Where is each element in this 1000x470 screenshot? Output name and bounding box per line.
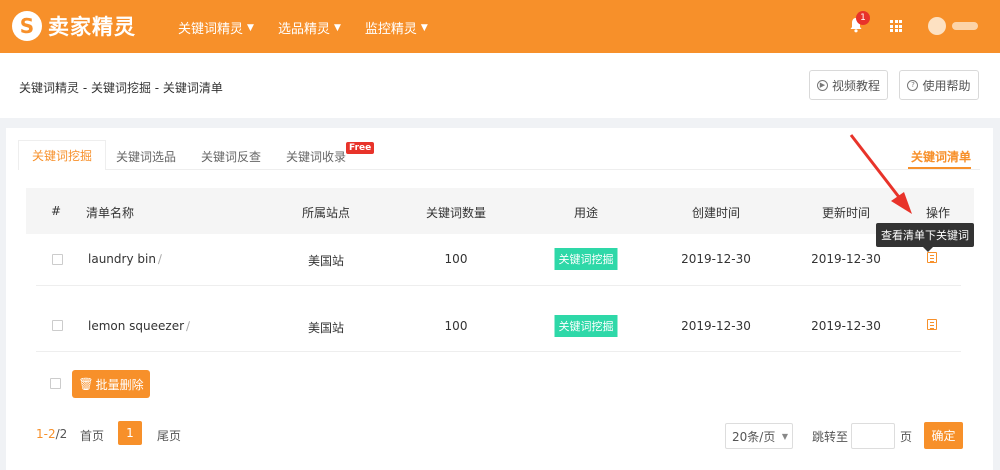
column-header-name: 清单名称 bbox=[85, 206, 135, 220]
column-header-usage: 用途 bbox=[573, 206, 599, 220]
avatar[interactable] bbox=[928, 17, 946, 35]
help-button[interactable]: ? 使用帮助 bbox=[899, 70, 979, 100]
top-nav-bar: S 卖家精灵 关键词精灵 ▼ 选品精灵 ▼ 监控精灵 ▼ 1 bbox=[0, 0, 1000, 53]
chevron-down-icon: ▼ bbox=[781, 431, 788, 441]
row-checkbox[interactable] bbox=[52, 254, 63, 265]
user-name-blurred[interactable] bbox=[952, 22, 978, 30]
keyword-count-cell: 100 bbox=[444, 319, 468, 333]
page-number-current[interactable]: 1 bbox=[118, 421, 142, 445]
video-tutorial-button[interactable]: ▶ 视频教程 bbox=[809, 70, 888, 100]
tab-keyword-product[interactable]: 关键词选品 bbox=[116, 148, 176, 165]
list-name[interactable]: laundry bin ∕ bbox=[88, 252, 162, 266]
menu-keyword-wizard[interactable]: 关键词精灵 ▼ bbox=[178, 18, 254, 37]
column-header-actions: 操作 bbox=[925, 206, 951, 220]
range-text: 1-2 bbox=[36, 427, 56, 441]
total-text: 2 bbox=[59, 427, 68, 441]
brand-name: 卖家精灵 bbox=[48, 15, 136, 39]
tabs-divider bbox=[18, 169, 980, 170]
menu-label: 监控精灵 bbox=[364, 22, 417, 37]
main-menu: 关键词精灵 ▼ 选品精灵 ▼ 监控精灵 ▼ bbox=[178, 18, 452, 37]
tab-keyword-mining[interactable]: 关键词挖掘 bbox=[18, 140, 106, 170]
updated-cell: 2019-12-30 bbox=[811, 252, 881, 266]
jump-to-label: 跳转至 bbox=[812, 430, 849, 444]
menu-label: 选品精灵 bbox=[277, 22, 330, 37]
created-cell: 2019-12-30 bbox=[681, 252, 751, 266]
pagination-range: 1-2/2 bbox=[36, 427, 67, 441]
view-keywords-icon[interactable] bbox=[927, 252, 937, 263]
menu-product-wizard[interactable]: 选品精灵 ▼ bbox=[278, 18, 341, 37]
notification-badge: 1 bbox=[856, 11, 870, 25]
page-unit-label: 页 bbox=[900, 430, 913, 444]
view-keywords-icon[interactable] bbox=[927, 319, 937, 330]
first-page-link[interactable]: 首页 bbox=[80, 427, 104, 444]
edit-pencil-icon[interactable]: ∕ bbox=[158, 252, 162, 266]
column-header-updated: 更新时间 bbox=[821, 206, 871, 220]
chevron-down-icon: ▼ bbox=[247, 22, 254, 33]
usage-tag: 关键词挖掘 bbox=[554, 248, 618, 270]
table-row: lemon squeezer ∕ 美国站 100 关键词挖掘 2019-12-30… bbox=[36, 286, 961, 352]
menu-label: 关键词精灵 bbox=[178, 22, 244, 37]
column-header-created: 创建时间 bbox=[691, 206, 741, 220]
brand-logo[interactable]: S 卖家精灵 bbox=[12, 11, 136, 41]
site-cell: 美国站 bbox=[307, 254, 345, 268]
play-circle-icon: ▶ bbox=[816, 79, 828, 91]
free-badge: Free bbox=[346, 142, 375, 154]
row-checkbox[interactable] bbox=[52, 320, 63, 331]
tooltip: 查看清单下关键词 bbox=[876, 223, 974, 252]
list-name-text: lemon squeezer bbox=[88, 319, 185, 333]
page-header: 关键词精灵 - 关键词挖掘 - 关键词清单 ▶ 视频教程 ? 使用帮助 bbox=[0, 53, 1000, 118]
main-card: 关键词挖掘 关键词选品 关键词反查 关键词收录 Free 关键词清单 # 清单名… bbox=[6, 128, 993, 470]
column-header-index: # bbox=[50, 204, 62, 218]
list-name[interactable]: lemon squeezer ∕ bbox=[88, 319, 190, 333]
column-header-site: 所属站点 bbox=[301, 206, 351, 220]
last-page-link[interactable]: 尾页 bbox=[157, 427, 181, 444]
page-size-select[interactable]: 20条/页 ▼ bbox=[725, 423, 793, 449]
chevron-down-icon: ▼ bbox=[420, 22, 428, 33]
apps-grid-icon[interactable] bbox=[890, 20, 902, 32]
bulk-delete-button[interactable]: 🗑 批量删除 bbox=[72, 370, 150, 398]
edit-pencil-icon[interactable]: ∕ bbox=[186, 319, 190, 333]
select-all-checkbox[interactable] bbox=[50, 378, 61, 389]
confirm-jump-button[interactable]: 确定 bbox=[924, 422, 963, 449]
table-header: # 清单名称 所属站点 关键词数量 用途 创建时间 更新时间 操作 bbox=[26, 188, 974, 234]
help-label: 使用帮助 bbox=[922, 78, 971, 93]
page-size-value: 20条/页 bbox=[732, 429, 776, 444]
question-circle-icon: ? bbox=[907, 79, 919, 91]
menu-monitor-wizard[interactable]: 监控精灵 ▼ bbox=[365, 18, 428, 37]
active-underline bbox=[908, 167, 971, 169]
video-tutorial-label: 视频教程 bbox=[831, 78, 880, 93]
bulk-delete-label: 批量删除 bbox=[95, 377, 144, 392]
created-cell: 2019-12-30 bbox=[681, 319, 751, 333]
updated-cell: 2019-12-30 bbox=[811, 319, 881, 333]
site-cell: 美国站 bbox=[307, 321, 345, 335]
tab-keyword-collect[interactable]: 关键词收录 bbox=[286, 148, 346, 165]
logo-icon: S bbox=[12, 11, 42, 41]
keyword-count-cell: 100 bbox=[444, 252, 468, 266]
table-row: laundry bin ∕ 美国站 100 关键词挖掘 2019-12-30 20… bbox=[36, 234, 961, 286]
list-name-text: laundry bin bbox=[88, 252, 156, 266]
chevron-down-icon: ▼ bbox=[333, 22, 341, 33]
jump-page-input[interactable] bbox=[851, 423, 895, 449]
column-header-count: 关键词数量 bbox=[425, 206, 487, 220]
breadcrumb: 关键词精灵 - 关键词挖掘 - 关键词清单 bbox=[19, 81, 223, 95]
trash-icon: 🗑 bbox=[78, 377, 94, 391]
tab-keyword-list[interactable]: 关键词清单 bbox=[911, 148, 971, 165]
usage-tag: 关键词挖掘 bbox=[554, 315, 618, 337]
tab-keyword-reverse[interactable]: 关键词反查 bbox=[201, 148, 261, 165]
